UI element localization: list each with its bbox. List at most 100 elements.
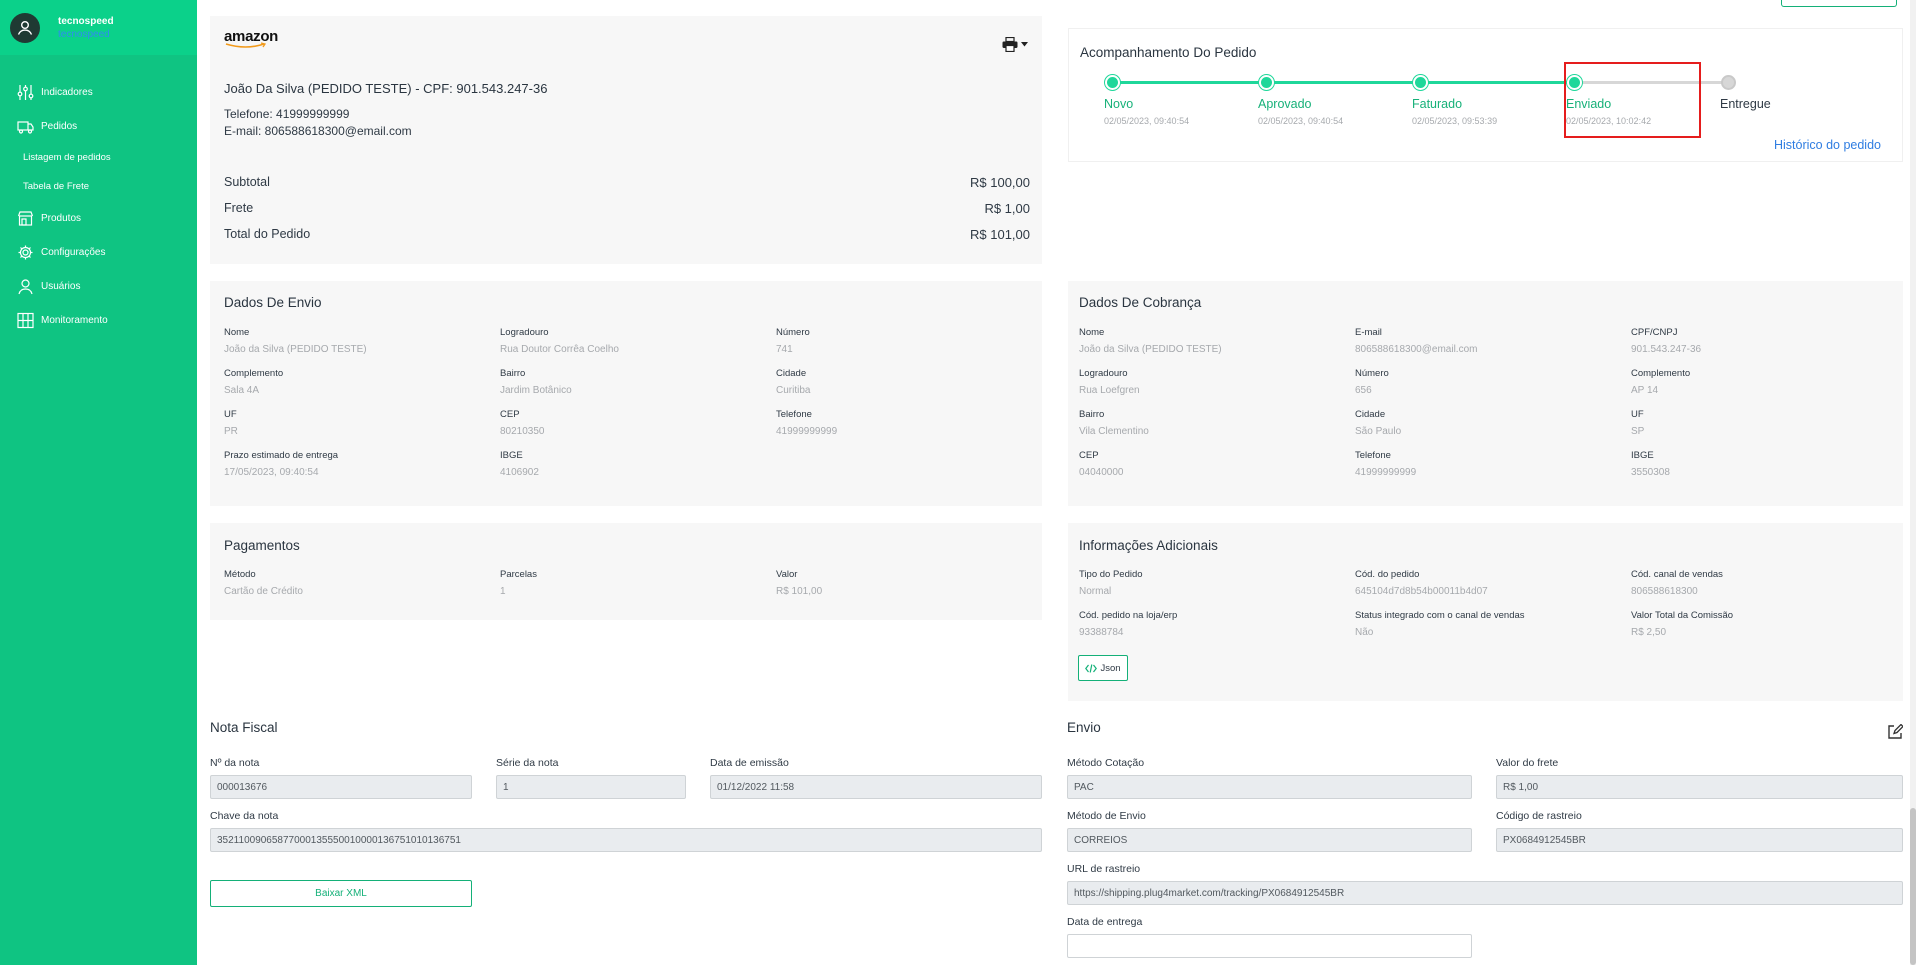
- info-field-value: Rua Loefgren: [1079, 385, 1140, 396]
- invoice-key-field[interactable]: 3521100906587700013555001000013675101013…: [210, 828, 1042, 852]
- info-field: UF PR: [224, 409, 500, 437]
- tracking-code-field[interactable]: PX0684912545BR: [1496, 828, 1903, 852]
- info-field-value: R$ 101,00: [776, 586, 823, 597]
- info-field: Nome João da Silva (PEDIDO TESTE): [1079, 327, 1355, 355]
- edit-icon[interactable]: [1887, 724, 1903, 740]
- shipping-method-label: Método de Envio: [1067, 810, 1146, 822]
- info-field: Método Cartão de Crédito: [224, 569, 500, 597]
- sidebar-user[interactable]: tecnospeed tecnospeed: [0, 0, 197, 55]
- nav-monitoramento[interactable]: Monitoramento: [0, 303, 197, 337]
- info-field-value: 04040000: [1079, 467, 1124, 478]
- subtotal-row: Subtotal R$ 100,00: [224, 175, 1030, 190]
- info-field-value: 806588618300: [1631, 586, 1698, 597]
- info-field-label: Número: [776, 327, 810, 338]
- info-field: CEP 80210350: [500, 409, 776, 437]
- timeline-step-name: Aprovado: [1258, 97, 1312, 111]
- code-icon: [1085, 663, 1098, 673]
- additional-info-card: Informações Adicionais Tipo do Pedido Nor…: [1068, 523, 1903, 701]
- info-field: Bairro Jardim Botânico: [500, 368, 776, 396]
- json-button[interactable]: Json: [1078, 655, 1128, 681]
- info-field-value: Normal: [1079, 586, 1112, 597]
- info-field: Nome João da Silva (PEDIDO TESTE): [224, 327, 500, 355]
- info-field: Telefone 41999999999: [776, 409, 1026, 437]
- info-field-value: São Paulo: [1355, 426, 1402, 437]
- customer-line: João Da Silva (PEDIDO TESTE) - CPF: 901.…: [224, 81, 548, 96]
- nav-usuarios[interactable]: Usuários: [0, 269, 197, 303]
- info-field: IBGE 4106902: [500, 450, 776, 478]
- scrollbar[interactable]: [1910, 0, 1916, 965]
- info-field-label: CEP: [500, 409, 520, 420]
- user-name: tecnospeed: [58, 15, 114, 27]
- invoice-series-field[interactable]: 1: [496, 775, 686, 799]
- freight-value-field[interactable]: R$ 1,00: [1496, 775, 1903, 799]
- nav-tabela-frete[interactable]: Tabela de Frete: [0, 172, 197, 201]
- info-field: Cód. pedido na loja/erp 93388784: [1079, 610, 1355, 638]
- shipping-data-fields: Nome João da Silva (PEDIDO TESTE) Logradou…: [224, 327, 1026, 478]
- timeline-step-name: Faturado: [1412, 97, 1463, 111]
- quote-method-field[interactable]: PAC: [1067, 775, 1472, 799]
- nav-label: Produtos: [41, 212, 82, 224]
- tracking-url-field[interactable]: https://shipping.plug4market.com/trackin…: [1067, 881, 1903, 905]
- info-field-value: 806588618300@email.com: [1355, 344, 1478, 355]
- info-field-value: Rua Doutor Corrêa Coelho: [500, 344, 619, 355]
- invoice-date-label: Data de emissão: [710, 757, 789, 769]
- info-field-value: SP: [1631, 426, 1645, 437]
- payments-card: Pagamentos Método Cartão de Crédito Parcel…: [210, 523, 1042, 620]
- info-field-label: Nome: [224, 327, 250, 338]
- nav-indicadores[interactable]: Indicadores: [0, 75, 197, 109]
- timeline-connector: [1420, 81, 1574, 84]
- json-button-label: Json: [1100, 662, 1121, 674]
- sidebar: tecnospeed tecnospeed Indicadores Pedido…: [0, 0, 197, 965]
- timeline-step-name: Entregue: [1720, 97, 1771, 111]
- info-field-label: Cód. pedido na loja/erp: [1079, 610, 1178, 621]
- caret-down-icon: [1021, 42, 1028, 47]
- total-value: R$ 101,00: [970, 227, 1030, 242]
- download-xml-button[interactable]: Baixar XML: [210, 880, 472, 907]
- info-field-value: Não: [1355, 627, 1374, 638]
- print-button[interactable]: [1002, 37, 1028, 52]
- info-field-label: Logradouro: [1079, 368, 1128, 379]
- nav-label: Usuários: [41, 280, 81, 292]
- info-field-label: Cód. do pedido: [1355, 569, 1420, 580]
- invoice-section: Nota Fiscal Nº da nota 000013676 Série d…: [210, 720, 1042, 907]
- nav-pedidos[interactable]: Pedidos: [0, 109, 197, 143]
- total-row: Total do Pedido R$ 101,00: [224, 227, 1030, 242]
- scrollbar-thumb[interactable]: [1910, 808, 1916, 965]
- top-action-button[interactable]: [1781, 0, 1897, 7]
- info-field: Cidade São Paulo: [1355, 409, 1631, 437]
- order-summary-card: amazon João Da Silva (PEDIDO TESTE) - CP…: [210, 16, 1042, 264]
- info-field-value: 17/05/2023, 09:40:54: [224, 467, 319, 478]
- timeline-step-name: Novo: [1104, 97, 1134, 111]
- info-field: UF SP: [1631, 409, 1881, 437]
- nav-listagem-pedidos[interactable]: Listagem de pedidos: [0, 143, 197, 172]
- nav-label: Configurações: [41, 246, 106, 258]
- info-field-label: Nome: [1079, 327, 1105, 338]
- freight-value-label: Valor do frete: [1496, 757, 1559, 769]
- invoice-date-field[interactable]: 01/12/2022 11:58: [710, 775, 1042, 799]
- payments-title: Pagamentos: [224, 538, 300, 553]
- subtotal-value: R$ 100,00: [970, 175, 1030, 190]
- delivery-date-field[interactable]: [1067, 934, 1472, 958]
- invoice-series-label: Série da nota: [496, 757, 559, 769]
- nav-configuracoes[interactable]: Configurações: [0, 235, 197, 269]
- info-field-label: Número: [1355, 368, 1389, 379]
- shipping-method-field[interactable]: CORREIOS: [1067, 828, 1472, 852]
- history-link[interactable]: Histórico do pedido: [1774, 138, 1881, 152]
- info-field-value: 656: [1355, 385, 1372, 396]
- info-field-value: 4106902: [500, 467, 539, 478]
- invoice-number-field[interactable]: 000013676: [210, 775, 472, 799]
- info-field-value: R$ 2,50: [1631, 627, 1667, 638]
- info-field-label: E-mail: [1355, 327, 1382, 338]
- info-field: Telefone 41999999999: [1355, 450, 1631, 478]
- info-field-label: CPF/CNPJ: [1631, 327, 1678, 338]
- timeline-dot: [1721, 75, 1736, 90]
- nav-produtos[interactable]: Produtos: [0, 201, 197, 235]
- nav-label: Monitoramento: [41, 314, 108, 326]
- info-field-label: Cidade: [1355, 409, 1386, 420]
- info-field-label: Logradouro: [500, 327, 549, 338]
- info-field-value: João da Silva (PEDIDO TESTE): [224, 344, 367, 355]
- info-field-label: Tipo do Pedido: [1079, 569, 1143, 580]
- info-field: Valor R$ 101,00: [776, 569, 1026, 597]
- tracking-url-label: URL de rastreio: [1067, 863, 1141, 875]
- timeline-step: Entregue: [1720, 97, 1771, 116]
